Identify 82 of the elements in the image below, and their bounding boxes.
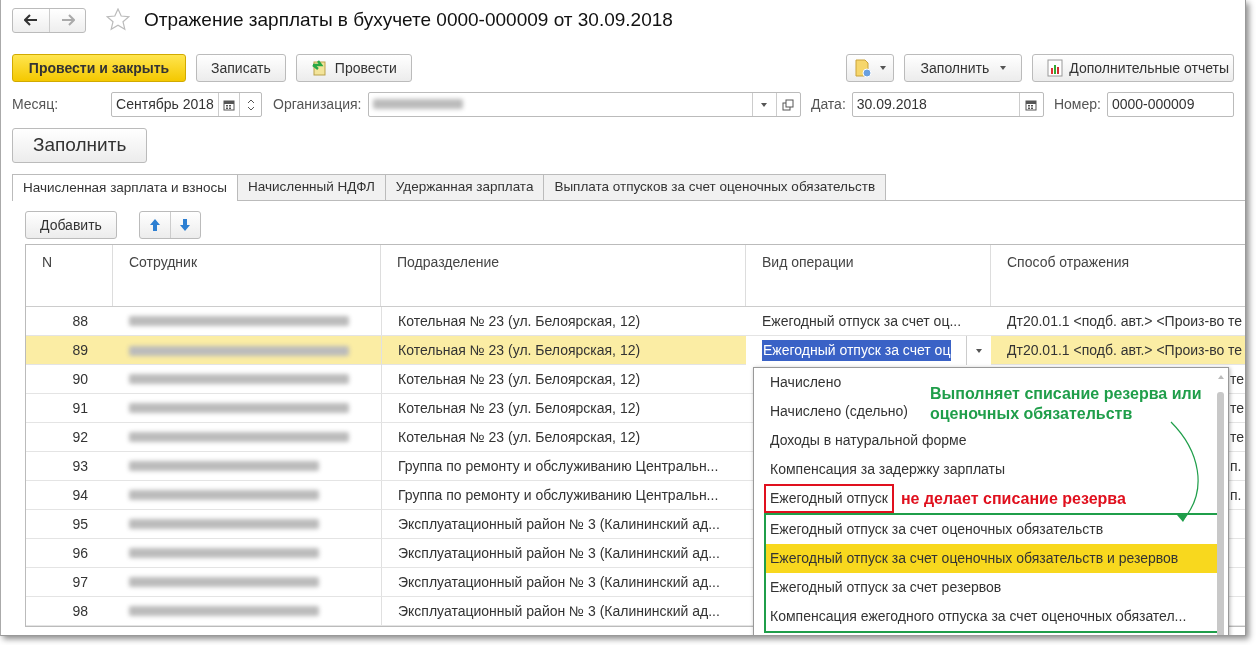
save-button[interactable]: Записать (196, 54, 286, 82)
table-cell: Котельная № 23 (ул. Белоярская, 12) (381, 365, 746, 393)
row-number: 92 (71, 427, 89, 447)
field-label: Номер: (1053, 95, 1101, 114)
star-icon[interactable] (106, 8, 130, 32)
tab[interactable]: Удержанная зарплата (384, 174, 545, 200)
organization-field[interactable] (368, 92, 801, 117)
table-cell-text: те (1230, 369, 1245, 389)
field-value: 30.09.2018 (855, 95, 928, 114)
row-number: 90 (71, 369, 89, 389)
right-arrow-icon (60, 14, 75, 26)
scrollbar[interactable] (1217, 392, 1224, 635)
field-label: Месяц: (12, 95, 59, 114)
list-item[interactable]: Ежегодный отпуск (764, 484, 894, 513)
field-label: Организация: (273, 95, 362, 114)
calendar-icon (1025, 98, 1038, 111)
annotation-note: Выполняет списание резерва или оценочных обязательств (930, 384, 1203, 424)
caret-icon (878, 65, 887, 71)
add-button[interactable]: Добавить (25, 211, 117, 239)
tab[interactable]: Начисленный НДФЛ (236, 174, 386, 200)
table-cell: Эксплуатационный район № 3 (Калининский ад... (381, 568, 746, 596)
row-number: 96 (71, 543, 89, 563)
scroll-up-icon (1217, 374, 1225, 380)
caret-icon (999, 65, 1008, 71)
annotation-note: не делает списание резерва (900, 488, 1126, 509)
report-icon (1047, 59, 1064, 77)
field-label: Дата: (810, 95, 846, 114)
list-item[interactable]: Ежегодный отпуск за счет резервов (766, 573, 1217, 602)
list-item[interactable]: Ежегодный отпуск за счет оценочных обязательств и резервов (766, 544, 1217, 573)
field-value: Сентябрь 2018 (115, 95, 215, 114)
row-number: 89 (71, 341, 89, 360)
table-cell: Эксплуатационный район № 3 (Калининский ад... (381, 510, 746, 538)
caret-icon (975, 347, 983, 354)
up-arrow-icon (148, 218, 161, 232)
number-field[interactable]: 0000-000009 (1106, 92, 1234, 117)
row-number: 93 (71, 456, 89, 476)
table-cell: Котельная № 23 (ул. Белоярская, 12) (381, 307, 746, 335)
table-cell-text: те (1230, 427, 1245, 447)
list-item[interactable]: Начислено (сдельно) (754, 397, 908, 426)
tab[interactable]: Начисленная зарплата и взносы (12, 174, 238, 201)
table-cell: Котельная № 23 (ул. Белоярская, 12) (381, 423, 746, 451)
list-item[interactable]: Компенсация ежегодного отпуска за счет оценочных обязател... (766, 602, 1217, 631)
table-cell: Эксплуатационный район № 3 (Калининский ад... (381, 597, 746, 625)
document-clock-icon (852, 58, 873, 78)
down-arrow-icon (179, 218, 192, 232)
post-button[interactable]: Провести (295, 54, 412, 82)
table-cell-text: Ежегодный отпуск за счет оц... (761, 311, 963, 331)
tab[interactable]: Выплата отпусков за счет оценочных обязательств (543, 174, 887, 200)
left-arrow-icon (24, 14, 38, 26)
row-number: 97 (71, 572, 89, 592)
table-cell: Котельная № 23 (ул. Белоярская, 12) (381, 394, 746, 422)
fill-button[interactable]: Заполнить (12, 128, 148, 163)
document-menu-button[interactable] (845, 54, 894, 82)
table-cell-text: те (1230, 398, 1245, 418)
post-and-close-button[interactable]: Провести и закрыть (12, 54, 186, 82)
fill-menu-button[interactable]: Заполнить (903, 54, 1023, 82)
table-cell: Группа по ремонту и обслуживанию Центральн... (381, 452, 746, 480)
additional-reports-button[interactable]: Дополнительные отчеты (1032, 54, 1234, 82)
row-number: 88 (71, 311, 89, 331)
list-item[interactable]: Ежегодный отпуск за счет оценочных обязательств (766, 515, 1217, 544)
list-item[interactable]: Начислено (754, 368, 842, 397)
table-cell-text: п. (1230, 456, 1242, 476)
caret-icon (760, 101, 769, 108)
table-cell-text: Дт20.01.1 <подб. авт.> <Произ-во те (1006, 341, 1244, 360)
month-field[interactable]: Сентябрь 2018 (111, 92, 263, 117)
document-check-icon (310, 59, 329, 77)
spinner-icon (246, 97, 255, 112)
calendar-icon (223, 98, 236, 111)
open-form-icon (782, 98, 795, 111)
row-number: 95 (71, 514, 89, 534)
date-field[interactable]: 30.09.2018 (851, 92, 1044, 117)
row-number: 94 (71, 485, 89, 505)
list-item[interactable]: Компенсация за задержку зарплаты (754, 455, 1006, 484)
row-number: 98 (71, 601, 89, 621)
table-cell: Эксплуатационный район № 3 (Калининский ад... (381, 539, 746, 567)
table-cell: Группа по ремонту и обслуживанию Центральн... (381, 481, 746, 509)
table-cell-text: п. (1230, 485, 1242, 505)
list-item[interactable]: Доходы в натуральной форме (754, 426, 967, 455)
window-title: Отражение зарплаты в бухучете 0000-000009 от 30.09.2018 (144, 7, 673, 32)
table-cell-text: Дт20.01.1 <подб. авт.> <Произ-во те (1006, 311, 1244, 331)
operation-field[interactable]: Ежегодный отпуск за счет оц (746, 336, 991, 365)
row-number: 91 (71, 398, 89, 418)
